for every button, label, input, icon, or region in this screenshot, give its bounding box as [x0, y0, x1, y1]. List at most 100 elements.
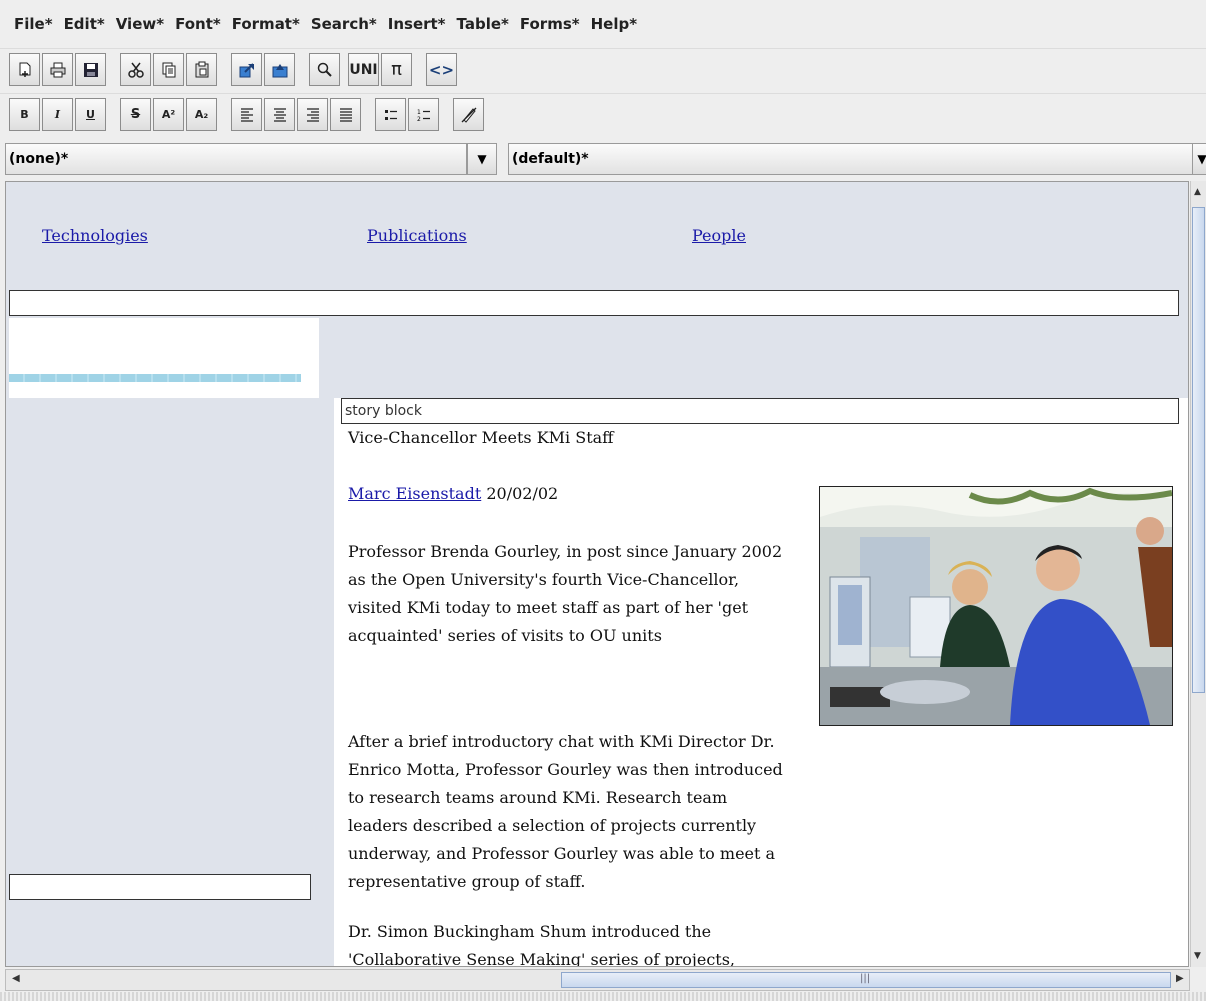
story-paragraph-2: After a brief introductory chat with KMi…: [348, 732, 783, 891]
bullet-list-button[interactable]: [375, 98, 406, 131]
vertical-scrollbar[interactable]: ▲ ▼: [1190, 181, 1206, 967]
pi-icon: π: [391, 59, 402, 80]
menu-help[interactable]: Help*: [591, 15, 637, 33]
superscript-button[interactable]: A²: [153, 98, 184, 131]
redo-button[interactable]: [264, 53, 295, 86]
paste-button[interactable]: [186, 53, 217, 86]
justify-icon: [339, 107, 352, 122]
left-column-box[interactable]: [9, 874, 311, 900]
menu-format[interactable]: Format*: [232, 15, 300, 33]
numbered-list-button[interactable]: 12: [408, 98, 439, 131]
horizontal-scrollbar[interactable]: ◀ ||| ▶: [5, 969, 1190, 991]
subscript-icon: A₂: [194, 108, 209, 121]
style-combo-row: (none)* ▼ (default)* ▼: [0, 141, 1206, 179]
save-button[interactable]: [75, 53, 106, 86]
align-right-button[interactable]: [297, 98, 328, 131]
document-editor[interactable]: Technologies Publications People story b…: [5, 181, 1189, 967]
story-paragraph-1: Professor Brenda Gourley, in post since …: [348, 542, 783, 645]
menu-file[interactable]: File*: [14, 15, 53, 33]
find-icon: [317, 62, 332, 77]
italic-icon: I: [54, 108, 61, 121]
find-button[interactable]: [309, 53, 340, 86]
menu-edit[interactable]: Edit*: [64, 15, 105, 33]
align-center-button[interactable]: [264, 98, 295, 131]
align-right-icon: [306, 107, 319, 122]
left-column-header: [9, 318, 319, 398]
scroll-right-icon[interactable]: ▶: [1176, 973, 1184, 984]
align-center-icon: [273, 107, 286, 122]
story-paragraph-3: Dr. Simon Buckingham Shum introduced the…: [348, 922, 736, 967]
bold-button[interactable]: B: [9, 98, 40, 131]
superscript-icon: A²: [161, 108, 176, 121]
horizontal-scroll-thumb[interactable]: |||: [561, 972, 1171, 988]
subscript-button[interactable]: A₂: [186, 98, 217, 131]
menu-view[interactable]: View*: [116, 15, 164, 33]
format-toolbar: B I U S A² A₂ 12: [0, 93, 1206, 135]
story-photo[interactable]: [819, 486, 1173, 726]
align-left-icon: [240, 107, 253, 122]
new-document-button[interactable]: [9, 53, 40, 86]
vertical-scroll-thumb[interactable]: [1192, 207, 1205, 693]
numbered-list-icon: 12: [417, 109, 430, 123]
story-byline: Marc Eisenstadt 20/02/02: [348, 484, 558, 503]
main-toolbar: UNI π <>: [0, 48, 1206, 90]
undo-icon: [239, 62, 254, 77]
redo-icon: [272, 63, 287, 77]
clear-format-icon: [461, 107, 476, 123]
copy-button[interactable]: [153, 53, 184, 86]
status-bar: [0, 992, 1206, 1001]
underline-icon: U: [86, 108, 95, 121]
svg-text:1: 1: [417, 109, 421, 116]
scroll-up-icon[interactable]: ▲: [1194, 187, 1201, 197]
scroll-down-icon[interactable]: ▼: [1194, 951, 1201, 961]
nav-link-people[interactable]: People: [692, 226, 746, 245]
menu-forms[interactable]: Forms*: [520, 15, 580, 33]
menu-search[interactable]: Search*: [311, 15, 377, 33]
paste-icon: [195, 61, 208, 77]
new-document-icon: [19, 62, 30, 77]
italic-button[interactable]: I: [42, 98, 73, 131]
cut-button[interactable]: [120, 53, 151, 86]
menu-font[interactable]: Font*: [175, 15, 221, 33]
story-date: 20/02/02: [486, 484, 559, 503]
strikethrough-icon: S: [130, 107, 141, 122]
menu-bar: File* Edit* View* Font* Format* Search* …: [0, 0, 1206, 48]
underline-button[interactable]: U: [75, 98, 106, 131]
source-view-icon: <>: [428, 60, 455, 79]
unicode-button[interactable]: UNI: [348, 53, 379, 86]
undo-button[interactable]: [231, 53, 262, 86]
pi-button[interactable]: π: [381, 53, 412, 86]
save-icon: [83, 62, 98, 77]
people-at-computer-photo-icon: [820, 487, 1172, 725]
nav-link-publications[interactable]: Publications: [367, 226, 467, 245]
print-icon: [50, 62, 65, 77]
svg-text:2: 2: [417, 116, 421, 123]
source-view-button[interactable]: <>: [426, 53, 457, 86]
paragraph-style-dropdown-button[interactable]: ▼: [467, 143, 497, 175]
nav-link-technologies[interactable]: Technologies: [42, 226, 148, 245]
align-left-button[interactable]: [231, 98, 262, 131]
menu-insert[interactable]: Insert*: [388, 15, 446, 33]
strikethrough-button[interactable]: S: [120, 98, 151, 131]
scroll-grip-icon: |||: [860, 973, 871, 984]
cut-icon: [127, 62, 144, 78]
font-face-dropdown-button[interactable]: ▼: [1192, 143, 1206, 175]
bold-icon: B: [20, 108, 29, 121]
scroll-left-icon[interactable]: ◀: [12, 973, 20, 984]
author-link[interactable]: Marc Eisenstadt: [348, 484, 481, 503]
bullet-list-icon: [384, 109, 397, 120]
story-title: Vice-Chancellor Meets KMi Staff: [348, 428, 614, 447]
clear-format-button[interactable]: [453, 98, 484, 131]
paragraph-style-select[interactable]: (none)*: [5, 143, 467, 175]
decorative-dash-bar: [9, 374, 301, 382]
copy-icon: [162, 62, 175, 77]
justify-button[interactable]: [330, 98, 361, 131]
chevron-down-icon: ▼: [1197, 152, 1206, 166]
print-button[interactable]: [42, 53, 73, 86]
story-block-label[interactable]: story block: [341, 398, 1179, 424]
font-face-select[interactable]: (default)*: [508, 143, 1198, 175]
unicode-icon: UNI: [349, 61, 378, 78]
chevron-down-icon: ▼: [477, 152, 487, 166]
menu-table[interactable]: Table*: [457, 15, 509, 33]
empty-table-row[interactable]: [9, 290, 1179, 316]
